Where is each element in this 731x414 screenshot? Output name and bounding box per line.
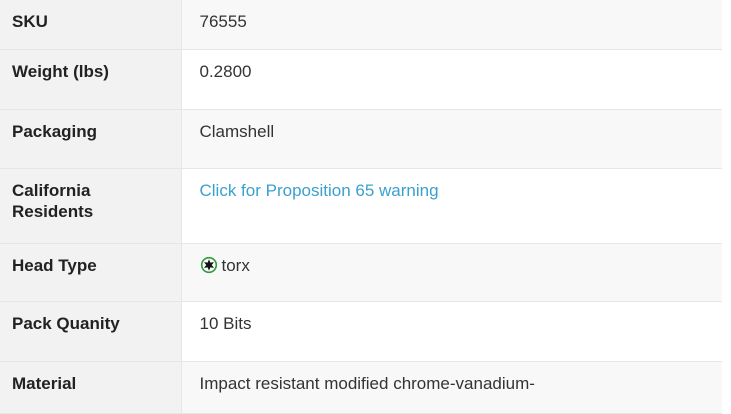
head-type-text: torx [221, 256, 250, 275]
spec-row-sku: SKU 76555 [0, 0, 722, 50]
spec-row-california-residents: California Residents Click for Propositi… [0, 168, 722, 244]
spec-value-weight: 0.2800 [199, 62, 252, 81]
spec-row-weight: Weight (lbs) 0.2800 [0, 49, 722, 110]
spec-label-head-type: Head Type [0, 243, 182, 302]
spec-label-sku: SKU [0, 0, 182, 50]
spec-label-california-residents: California Residents [0, 168, 182, 244]
spec-row-packaging: Packaging Clamshell [0, 109, 722, 169]
spec-value-material: Impact resistant modified chrome-vanadiu… [181, 361, 722, 414]
proposition-65-warning-link[interactable]: Click for Proposition 65 warning [200, 181, 439, 200]
spec-row-material: Material Impact resistant modified chrom… [0, 361, 722, 414]
spec-label-weight: Weight (lbs) [0, 49, 182, 110]
spec-label-pack-quantity: Pack Quanity [0, 301, 182, 362]
spec-value-packaging: Clamshell [181, 109, 722, 169]
spec-value-california-residents: Click for Proposition 65 warning [181, 169, 722, 244]
spec-value-pack-quantity: 10 Bits [199, 314, 252, 333]
spec-row-head-type: Head Type torx [0, 243, 722, 302]
torx-star-icon [200, 256, 217, 274]
spec-value-sku: 76555 [181, 0, 722, 50]
spec-label-material: Material [0, 361, 182, 414]
spec-row-pack-quantity: Pack Quanity 10 Bits [0, 301, 722, 362]
product-specs-table: SKU 76555 Weight (lbs) 0.2800 Packaging … [0, 0, 722, 414]
spec-value-head-type: torx [181, 243, 722, 302]
spec-label-packaging: Packaging [0, 109, 182, 169]
